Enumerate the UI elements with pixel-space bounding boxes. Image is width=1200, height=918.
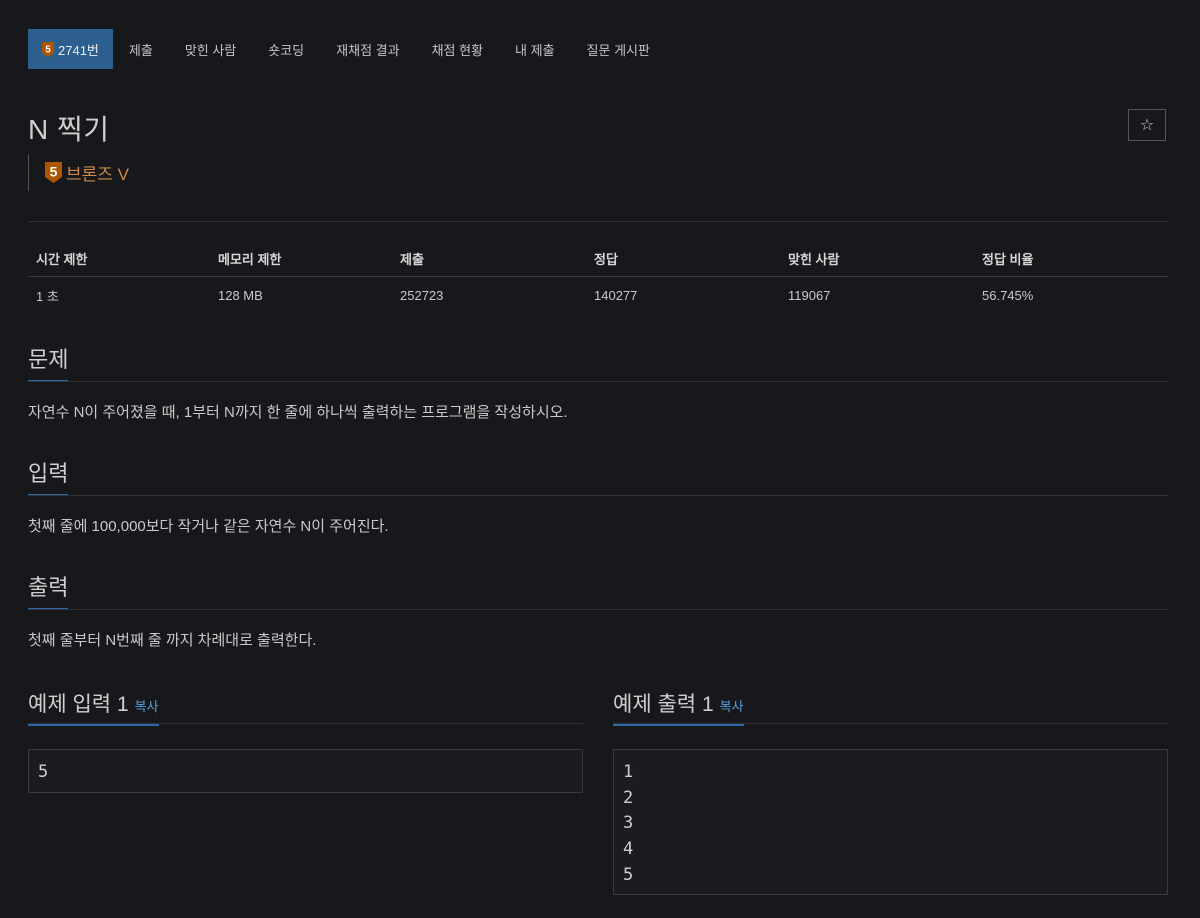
section-title: 출력 xyxy=(28,570,69,610)
star-icon: ☆ xyxy=(1139,117,1155,134)
copy-sample-input-button[interactable]: 복사 xyxy=(135,699,159,714)
bronze-tier-icon: 5 xyxy=(42,41,54,57)
sample-input-section: 예제 입력 1 복사 5 xyxy=(28,688,583,793)
input-section: 입력 첫째 줄에 100,000보다 작거나 같은 자연수 N이 주어진다. xyxy=(28,456,1168,536)
svg-text:5: 5 xyxy=(45,44,51,55)
header-accept-rate: 정답 비율 xyxy=(982,251,1034,267)
section-heading: 문제 xyxy=(28,342,1168,382)
tab-rejudge-result[interactable]: 재채점 결과 xyxy=(320,29,415,69)
sample-output-line: 2 xyxy=(623,787,634,808)
divider xyxy=(28,609,1168,610)
divider xyxy=(613,723,1168,724)
tab-question-board[interactable]: 질문 게시판 xyxy=(571,29,666,69)
divider xyxy=(28,381,1168,382)
tab-short-coding[interactable]: 숏코딩 xyxy=(252,29,320,69)
output-description-text: 첫째 줄부터 N번째 줄 까지 차례대로 출력한다. xyxy=(28,632,317,649)
problem-tier: 5 브론즈 V xyxy=(28,154,129,191)
sample-output-line: 1 xyxy=(623,762,634,782)
table-header-row: 시간 제한 메모리 제한 제출 정답 맞힌 사람 정답 비율 xyxy=(28,240,1168,277)
problem-title: N 찍기 xyxy=(28,114,110,145)
divider xyxy=(28,723,583,724)
accept-rate-value: 56.745% xyxy=(982,287,1034,303)
tab-my-submissions[interactable]: 내 제출 xyxy=(499,29,571,69)
sample-output-box[interactable]: 1 2 3 4 5 xyxy=(613,749,1168,895)
header-accepted: 정답 xyxy=(594,251,618,267)
memory-limit-value: 128 MB xyxy=(218,287,263,303)
section-heading: 입력 xyxy=(28,456,1168,496)
problem-menu-tabs: 5 2741번 제출 맞힌 사람 숏코딩 재채점 결과 채점 현황 내 제출 질… xyxy=(28,29,666,69)
divider xyxy=(28,221,1168,222)
tab-submit[interactable]: 제출 xyxy=(113,29,169,69)
section-title: 문제 xyxy=(28,342,69,382)
section-title: 예제 입력 1 xyxy=(28,693,129,716)
tab-judge-status[interactable]: 채점 현황 xyxy=(416,29,499,69)
header-solved-users: 맞힌 사람 xyxy=(788,251,840,267)
header-time-limit: 시간 제한 xyxy=(36,251,88,267)
submissions-value: 252723 xyxy=(400,287,444,303)
sample-input-line: 5 xyxy=(38,762,49,782)
time-limit-value: 1 초 xyxy=(36,288,59,304)
problem-info-table: 시간 제한 메모리 제한 제출 정답 맞힌 사람 정답 비율 1 초 128 M… xyxy=(28,240,1168,313)
table-row: 1 초 128 MB 252723 140277 119067 56.745% xyxy=(28,277,1168,313)
sample-output-line: 5 xyxy=(623,864,634,885)
section-title: 입력 xyxy=(28,456,69,496)
section-heading: 예제 출력 1 복사 xyxy=(613,688,1168,726)
favorite-star-button[interactable]: ☆ xyxy=(1128,109,1166,141)
sample-input-box[interactable]: 5 xyxy=(28,749,583,793)
svg-text:5: 5 xyxy=(50,164,58,180)
divider xyxy=(28,495,1168,496)
tab-problem-number[interactable]: 5 2741번 xyxy=(28,29,113,69)
section-heading: 출력 xyxy=(28,570,1168,610)
tab-label: 2741번 xyxy=(58,42,99,58)
sample-output-heading: 예제 출력 1 복사 xyxy=(613,688,744,726)
sample-output-line: 4 xyxy=(623,839,634,860)
output-section: 출력 첫째 줄부터 N번째 줄 까지 차례대로 출력한다. xyxy=(28,570,1168,650)
header-submissions: 제출 xyxy=(400,251,424,267)
bronze-tier-icon: 5 xyxy=(45,162,62,183)
solved-users-value: 119067 xyxy=(788,287,831,303)
sample-output-section: 예제 출력 1 복사 1 2 3 4 5 xyxy=(613,688,1168,895)
sample-output-line: 3 xyxy=(623,813,634,834)
tier-name[interactable]: 브론즈 V xyxy=(66,160,129,185)
problem-description-text: 자연수 N이 주어졌을 때, 1부터 N까지 한 줄에 하나씩 출력하는 프로그… xyxy=(28,404,568,421)
header-memory-limit: 메모리 제한 xyxy=(218,251,282,267)
tab-solved-users[interactable]: 맞힌 사람 xyxy=(169,29,252,69)
copy-sample-output-button[interactable]: 복사 xyxy=(720,699,744,714)
input-description-text: 첫째 줄에 100,000보다 작거나 같은 자연수 N이 주어진다. xyxy=(28,518,389,535)
section-title: 예제 출력 1 xyxy=(613,693,714,716)
accepted-value: 140277 xyxy=(594,287,638,303)
problem-description-section: 문제 자연수 N이 주어졌을 때, 1부터 N까지 한 줄에 하나씩 출력하는 … xyxy=(28,342,1168,422)
section-heading: 예제 입력 1 복사 xyxy=(28,688,583,726)
sample-input-heading: 예제 입력 1 복사 xyxy=(28,688,159,726)
